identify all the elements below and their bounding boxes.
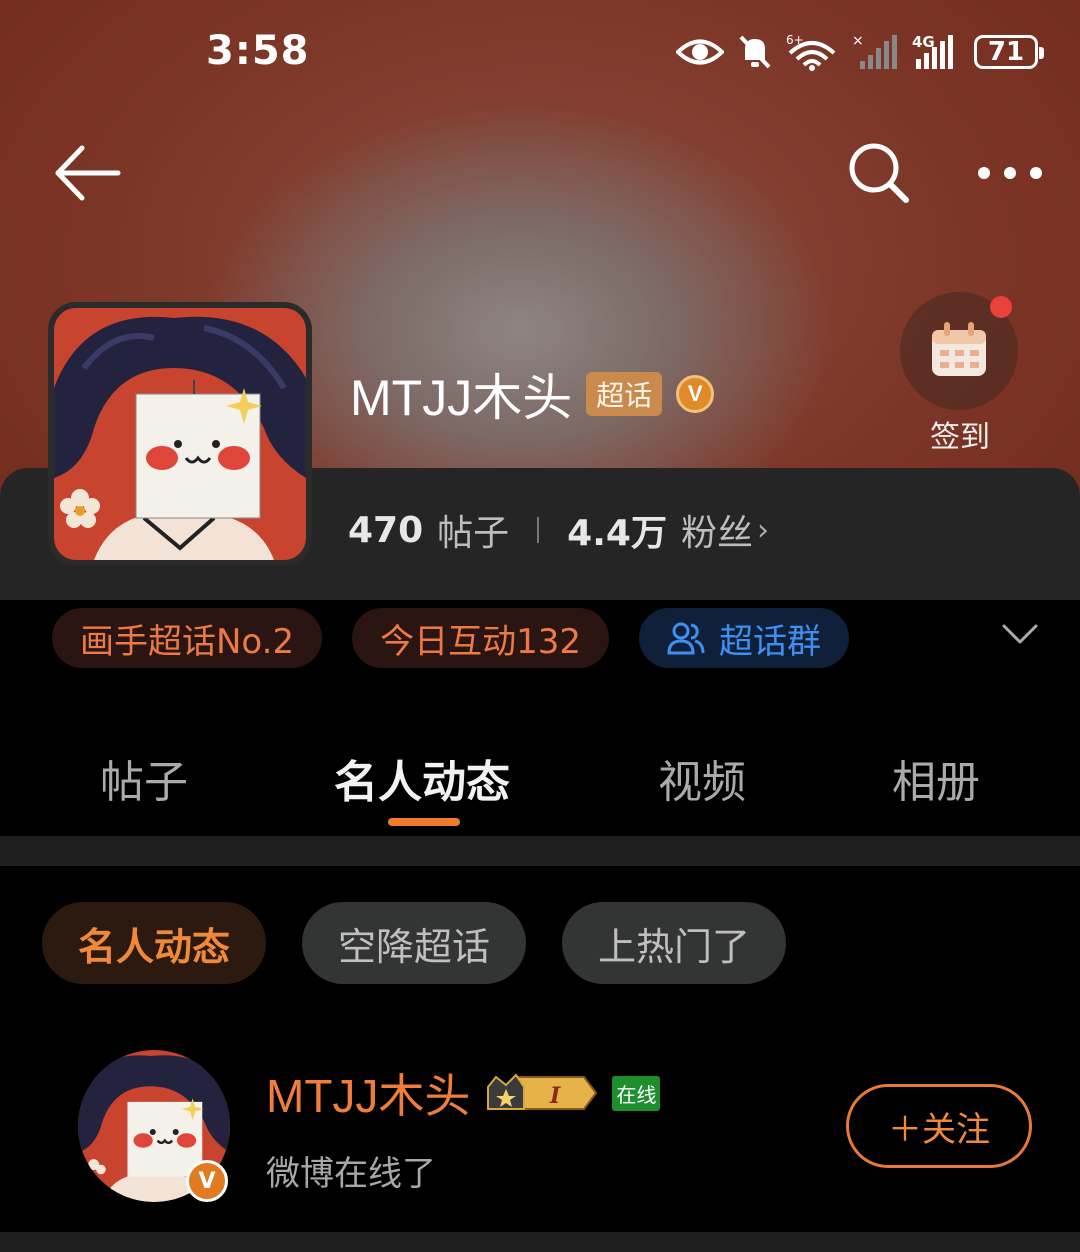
posts-count: 470 (348, 509, 424, 551)
checkin-circle (900, 292, 1018, 410)
section-divider (0, 836, 1080, 866)
group-users-icon (667, 622, 705, 655)
stats-divider (537, 517, 540, 543)
online-status-tag: 在线 (612, 1075, 661, 1111)
filter-celebrity-updates[interactable]: 名人动态 (42, 902, 267, 984)
sub-filters: 名人动态 空降超话 上热门了 (42, 902, 787, 984)
level-text: I (549, 1083, 561, 1109)
more-dots-icon (978, 167, 1042, 179)
chip-group-chat[interactable]: 超话群 (638, 608, 849, 668)
more-options-button[interactable] (974, 158, 1046, 188)
post-author-name[interactable]: MTJJ木头 (266, 1060, 470, 1126)
tab-posts[interactable]: 帖子 (100, 746, 188, 810)
filter-airdrop[interactable]: 空降超话 (302, 902, 527, 984)
topic-avatar[interactable] (48, 302, 312, 566)
search-icon (849, 143, 909, 203)
post-verified-badge-icon: V (186, 1160, 228, 1202)
topic-stats: 470 帖子 4.4万 粉丝 › (348, 504, 769, 556)
svg-text:4G: 4G (912, 33, 935, 51)
posts-label: 帖子 (437, 513, 510, 554)
topic-name: MTJJ木头 (350, 370, 573, 426)
checkin-button[interactable]: 签到 (900, 292, 1020, 455)
topic-tag-chips: 画手超话No.2 今日互动132 超话群 (52, 608, 849, 668)
expand-button[interactable] (1000, 620, 1040, 650)
chevron-right-icon: › (756, 512, 769, 548)
eye-icon (676, 39, 724, 65)
chaohua-tag: 超话 (586, 372, 663, 416)
avatar-illustration (54, 308, 306, 560)
tab-album[interactable]: 相册 (892, 746, 980, 810)
svg-text:×: × (852, 33, 864, 49)
chip-rank-label: 画手超话No.2 (80, 621, 295, 662)
mute-icon (739, 35, 771, 69)
back-button[interactable] (52, 142, 124, 204)
calendar-icon (932, 322, 986, 376)
topic-title: MTJJ木头 超话 V (350, 358, 715, 430)
active-tab-indicator (388, 818, 460, 826)
tab-videos[interactable]: 视频 (658, 746, 746, 810)
fans-link[interactable]: 4.4万 粉丝 › (567, 504, 769, 556)
chip-interaction[interactable]: 今日互动132 (352, 608, 609, 668)
post-text: 微博在线了 (266, 1154, 436, 1194)
post-author-row: MTJJ木头 I 在线 (266, 1060, 661, 1126)
wifi-icon: 6+ (786, 33, 836, 71)
status-time: 3:58 (206, 28, 310, 74)
main-tabs: 帖子 名人动态 视频 相册 (0, 740, 1080, 836)
status-icons: 6+ × 4G 71 (676, 30, 1044, 74)
battery-indicator: 71 (974, 35, 1044, 69)
checkin-label: 签到 (930, 420, 990, 455)
fans-label: 粉丝 (680, 513, 753, 554)
search-button[interactable] (846, 140, 912, 206)
signal-off-icon: × (852, 33, 897, 69)
chip-group-chat-label: 超话群 (718, 621, 821, 662)
follow-button[interactable]: ＋关注 (846, 1084, 1032, 1168)
verified-badge-icon: V (676, 375, 715, 413)
level-badge: I (484, 1071, 598, 1115)
back-arrow-icon (55, 145, 121, 201)
crown-level-icon: I (487, 1073, 598, 1110)
tab-celebrity-updates[interactable]: 名人动态 (334, 746, 510, 810)
chevron-down-icon (1002, 624, 1038, 644)
chip-interaction-label: 今日互动132 (380, 621, 581, 662)
fans-count: 4.4万 (567, 513, 667, 554)
notification-dot (990, 296, 1012, 318)
bottom-divider (0, 1232, 1080, 1252)
signal-4g-icon: 4G (912, 33, 953, 69)
filter-trending[interactable]: 上热门了 (562, 902, 787, 984)
chip-rank[interactable]: 画手超话No.2 (52, 608, 323, 668)
